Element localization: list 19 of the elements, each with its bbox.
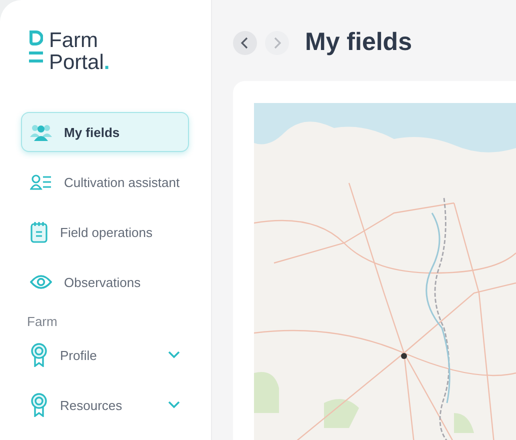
eye-icon — [30, 275, 52, 289]
nav-item[interactable]: Profile — [21, 335, 203, 375]
nav-item[interactable]: Resources — [21, 385, 203, 425]
logo-text: Farm Portal. — [49, 30, 110, 74]
medal-icon — [30, 393, 48, 417]
person-list-icon — [30, 174, 52, 190]
medal-icon — [30, 343, 48, 367]
logo-icon — [29, 30, 43, 64]
page-title: My fields — [305, 28, 412, 57]
people-icon — [30, 123, 52, 141]
nav-item[interactable]: My fields — [21, 112, 189, 152]
nav-item[interactable]: Cultivation assistant — [21, 162, 189, 202]
back-button[interactable] — [233, 30, 257, 54]
nav-item[interactable]: Observations — [21, 262, 189, 302]
chevron-left-icon — [241, 36, 249, 48]
section-title: Farm — [27, 314, 58, 329]
notepad-icon — [30, 221, 48, 243]
chevron-right-icon — [273, 36, 281, 48]
nav-item[interactable]: Field operations — [21, 212, 189, 252]
